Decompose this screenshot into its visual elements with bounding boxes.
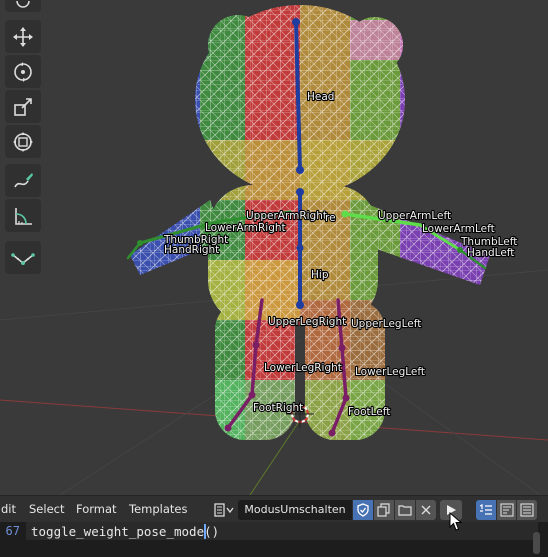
annotate-tool-button[interactable] xyxy=(5,164,41,197)
menu-select[interactable]: Select xyxy=(29,496,64,523)
bone-label-fragment: re xyxy=(325,212,336,224)
scale-icon xyxy=(14,97,32,116)
bone-label-hand-right: HandRight xyxy=(164,244,219,256)
bone-label-hip: Hip xyxy=(311,269,329,281)
bear-model-scene[interactable]: Head UpperArmRight re UpperArmLeft Lower… xyxy=(0,0,548,495)
menu-format[interactable]: Format xyxy=(76,496,117,523)
line-numbers-toggle[interactable] xyxy=(476,500,496,520)
measure-tool-button[interactable] xyxy=(5,199,41,232)
duplicate-icon xyxy=(377,503,390,517)
move-arrows-icon xyxy=(13,26,33,47)
bone-label-foot-left: FootLeft xyxy=(348,406,390,418)
3d-viewport[interactable]: Head UpperArmRight re UpperArmLeft Lower… xyxy=(0,0,548,495)
word-wrap-icon xyxy=(499,503,514,517)
bone-label-lower-arm-right: LowerArmRight xyxy=(205,222,286,234)
bone-label-lower-arm-left: LowerArmLeft xyxy=(422,223,495,235)
menu-templates[interactable]: Templates xyxy=(129,496,187,523)
syntax-highlight-toggle[interactable] xyxy=(517,500,537,520)
scale-tool-button[interactable] xyxy=(5,90,41,123)
fake-user-button[interactable] xyxy=(353,500,373,520)
bone-label-foot-right: FootRight xyxy=(253,402,303,414)
text-block-name-field[interactable]: ModusUmschalten xyxy=(238,500,352,520)
unlink-text-button[interactable] xyxy=(416,500,436,520)
code-line-text[interactable]: toggle_weight_pose_mode() xyxy=(31,524,219,539)
syntax-highlight-icon xyxy=(520,503,534,517)
text-caret xyxy=(204,524,206,539)
vertical-scrollbar[interactable] xyxy=(533,532,540,554)
open-text-button[interactable] xyxy=(395,500,415,520)
bone-label-upper-leg-left: UpperLegLeft xyxy=(351,318,421,330)
text-editor-header: dit Select Format Templates ModusUmschal… xyxy=(0,495,548,522)
new-text-button[interactable] xyxy=(374,500,394,520)
bone-label-head: Head xyxy=(307,91,334,103)
transform-icon xyxy=(13,131,33,152)
shield-icon xyxy=(357,503,369,517)
measure-ruler-icon xyxy=(15,207,32,225)
line-numbers-icon xyxy=(479,504,492,515)
rotate-icon xyxy=(14,61,32,82)
text-document-dropdown-icon xyxy=(214,503,234,517)
word-wrap-toggle[interactable] xyxy=(497,500,516,520)
bone-label-lower-leg-right: LowerLegRight xyxy=(264,362,342,374)
select-circle-icon xyxy=(16,1,30,8)
select-tool-button[interactable] xyxy=(5,0,41,12)
menu-edit[interactable]: dit xyxy=(1,496,16,523)
transform-tool-button[interactable] xyxy=(5,125,41,158)
rotate-tool-button[interactable] xyxy=(5,55,41,88)
text-editor-body[interactable]: 67 toggle_weight_pose_mode() xyxy=(0,522,548,557)
annotate-pen-icon xyxy=(14,172,33,187)
text-browse-button[interactable] xyxy=(211,500,237,520)
bone-label-upper-arm-left: UpperArmLeft xyxy=(378,210,451,222)
bone-envelope-icon xyxy=(11,252,35,265)
bone-label-upper-leg-right: UpperLegRight xyxy=(268,316,346,328)
bone-label-lower-leg-left: LowerLegLeft xyxy=(355,366,425,378)
bone-label-upper-arm-right: UpperArmRight xyxy=(246,210,327,222)
bone-envelope-tool-button[interactable] xyxy=(5,241,41,274)
folder-icon xyxy=(398,505,412,516)
bone-label-hand-left: HandLeft xyxy=(467,247,514,259)
close-icon xyxy=(421,505,431,515)
move-tool-button[interactable] xyxy=(5,20,41,53)
line-number: 67 xyxy=(5,524,20,538)
mouse-pointer-icon xyxy=(449,512,463,531)
